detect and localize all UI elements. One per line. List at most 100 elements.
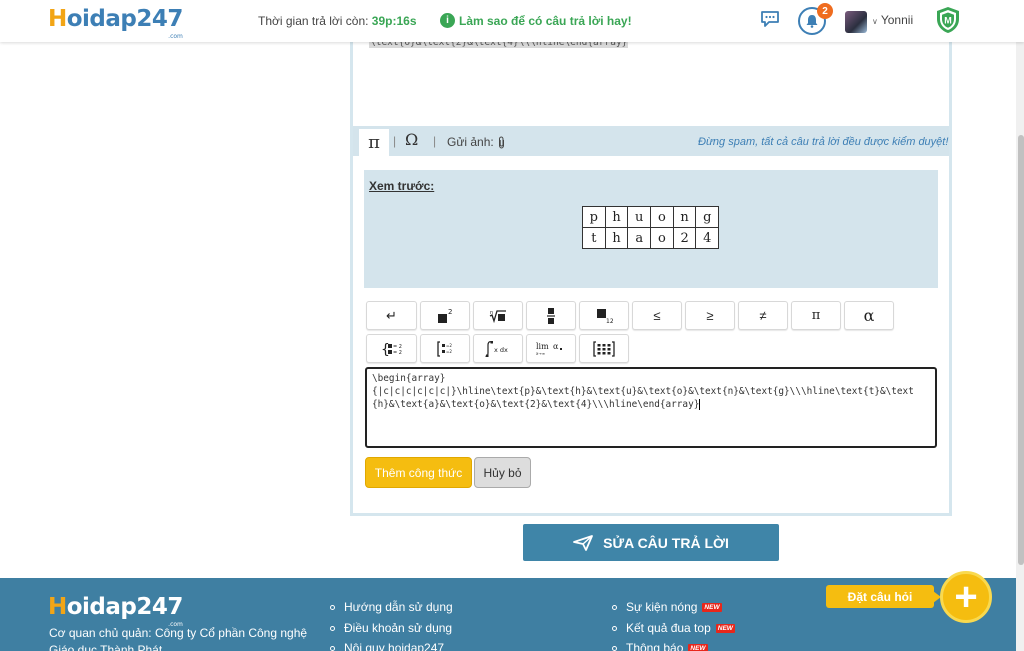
latex-code-input[interactable]: \begin{array} {|c|c|c|c|c|c|}\hline\text… — [365, 367, 937, 448]
footer-link-label: Điều khoản sử dụng — [344, 621, 453, 635]
footer-link-label: Nội quy hoidap247 — [344, 641, 445, 651]
superscript-button[interactable]: 2 — [420, 301, 470, 330]
svg-text:=2: =2 — [446, 349, 452, 354]
paperclip-icon — [498, 135, 504, 149]
matrix-icon — [593, 340, 615, 357]
bullet-icon — [330, 645, 335, 651]
notification-count-badge: 2 — [817, 3, 833, 19]
chat-icon[interactable] — [760, 10, 780, 28]
system-equations-button[interactable]: {= 2 = 2 — [366, 334, 417, 363]
table-cell: h — [604, 227, 629, 249]
footer-link-notifications[interactable]: Thông báo NEW — [612, 641, 708, 651]
superscript-icon: 2 — [438, 308, 452, 323]
svg-text:α: α — [553, 342, 559, 351]
limit-button[interactable]: lim x→∞ α — [526, 334, 576, 363]
footer-link-top-results[interactable]: Kết quả đua top NEW — [612, 621, 735, 635]
nth-root-button[interactable]: n — [473, 301, 523, 330]
new-badge: NEW — [688, 643, 708, 651]
shield-icon[interactable]: M — [935, 6, 961, 34]
username: Yonnii — [880, 13, 914, 27]
table-cell: 2 — [672, 227, 697, 249]
alpha-button[interactable]: α — [844, 301, 894, 330]
table-cell: u — [627, 206, 652, 228]
bracket-system-icon: =2=2 — [437, 340, 452, 357]
text-caret — [699, 399, 701, 410]
user-menu[interactable]: ∨ Yonnii — [872, 13, 913, 27]
bullet-icon — [612, 645, 617, 651]
fraction-button[interactable] — [526, 301, 576, 330]
less-equal-icon: ≤ — [653, 308, 661, 323]
not-equal-icon: ≠ — [759, 308, 767, 323]
table-cell: p — [582, 206, 606, 228]
table-row: p h u o n g — [582, 206, 720, 228]
cancel-formula-button[interactable]: Hủy bỏ — [474, 457, 531, 488]
send-image-button[interactable]: Gửi ảnh: — [447, 135, 506, 149]
greater-equal-icon: ≥ — [706, 308, 714, 323]
newline-button[interactable]: ↵ — [366, 301, 417, 330]
logo-text: oidap247 — [66, 594, 184, 620]
enter-icon: ↵ — [386, 307, 397, 323]
table-row: t h a o 2 4 — [582, 227, 720, 249]
bullet-icon — [612, 625, 617, 631]
footer-link-guide[interactable]: Hướng dẫn sử dụng — [330, 600, 453, 614]
bullet-icon — [330, 625, 335, 631]
footer-link-rules[interactable]: Nội quy hoidap247 — [330, 641, 444, 651]
not-equal-button[interactable]: ≠ — [738, 301, 788, 330]
table-cell: g — [695, 206, 720, 228]
subscript-button[interactable]: 12 — [579, 301, 629, 330]
greater-equal-button[interactable]: ≥ — [685, 301, 735, 330]
table-cell: o — [650, 206, 674, 228]
toolbar-separator: | — [433, 134, 437, 148]
bracket-system-button[interactable]: =2 =2 — [420, 334, 470, 363]
integral-label: x dx — [494, 346, 508, 354]
pi-icon: π — [811, 308, 821, 323]
footer-link-label: Kết quả đua top — [626, 621, 711, 635]
page-scrollbar-thumb[interactable] — [1018, 135, 1024, 565]
bullet-icon — [612, 604, 617, 610]
logo-h: H — [48, 594, 67, 620]
footer-link-terms[interactable]: Điều khoản sử dụng — [330, 621, 452, 635]
avatar[interactable] — [845, 11, 867, 33]
footer-link-label: Thông báo — [626, 641, 684, 651]
answer-tip-link[interactable]: i Làm sao để có câu trả lời hay! — [440, 13, 632, 28]
matrix-button[interactable] — [579, 334, 629, 363]
edit-answer-label: SỬA CÂU TRẢ LỜI — [603, 534, 729, 551]
preview-label: Xem trước: — [369, 179, 435, 193]
svg-text:n: n — [490, 310, 493, 316]
pi-button[interactable]: π — [791, 301, 841, 330]
limit-icon: limx→∞ α — [536, 342, 562, 356]
table-cell: o — [650, 227, 674, 249]
table-cell: n — [672, 206, 697, 228]
less-equal-button[interactable]: ≤ — [632, 301, 682, 330]
ask-question-button[interactable]: Đặt câu hỏi — [826, 585, 934, 608]
svg-text:= 2: = 2 — [393, 350, 402, 356]
site-logo[interactable]: Hoidap247 .com — [48, 6, 183, 40]
footer-link-label: Hướng dẫn sử dụng — [344, 600, 453, 614]
add-formula-button[interactable]: Thêm công thức — [365, 457, 472, 488]
symbol-tab-button[interactable]: Ω — [405, 130, 418, 149]
integral-icon: x dx — [485, 340, 508, 357]
timer-label: Thời gian trả lời còn: — [258, 14, 372, 28]
plus-icon[interactable]: + — [940, 571, 992, 623]
table-cell: h — [604, 206, 629, 228]
chevron-down-icon: ∨ — [872, 17, 878, 26]
edit-answer-button[interactable]: SỬA CÂU TRẢ LỜI — [523, 524, 779, 561]
footer-link-label: Sự kiện nóng — [626, 600, 698, 614]
company-info: Cơ quan chủ quản: Công ty Cổ phần Công n… — [49, 626, 308, 651]
alpha-icon: α — [863, 306, 875, 325]
footer-logo[interactable]: Hoidap247 .com — [48, 594, 184, 628]
toolbar-separator: | — [393, 134, 397, 148]
math-tab-button[interactable]: π — [359, 129, 389, 156]
new-badge: NEW — [715, 623, 735, 633]
logo-h: H — [48, 6, 67, 32]
footer-link-hot-events[interactable]: Sự kiện nóng NEW — [612, 600, 722, 614]
top-header: Hoidap247 .com Thời gian trả lời còn: 39… — [0, 0, 1024, 42]
table-cell: 4 — [695, 227, 720, 249]
timer-value: 39p:16s — [371, 14, 417, 28]
fraction-icon — [547, 307, 555, 324]
paper-plane-icon — [573, 534, 594, 551]
preview-array-table: p h u o n g t h a o 2 4 — [582, 206, 720, 249]
integral-button[interactable]: x dx — [473, 334, 523, 363]
bullet-icon — [330, 604, 335, 610]
table-cell: a — [627, 227, 652, 249]
